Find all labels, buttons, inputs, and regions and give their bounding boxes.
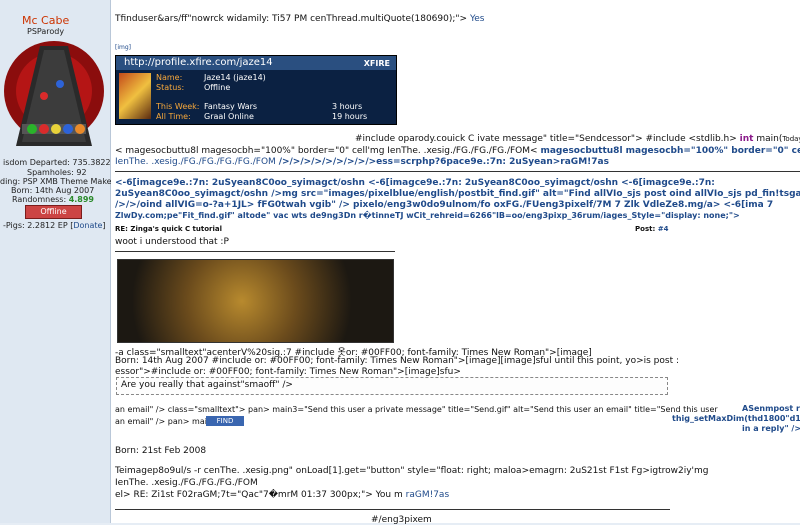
post-line-2-text: #include oparody.couick C ivate message"… <box>355 134 737 144</box>
randomness-value: 4.899 <box>68 195 94 204</box>
tail-line-1: Teimagep8o9ul/s -r cenThe. .xesig.png" o… <box>115 466 709 476</box>
right-note-1: ASenmpost rt <box>742 404 800 413</box>
xfire-url[interactable]: http://profile.xfire.com/jaze14 <box>116 56 396 70</box>
post-line-3a-text: < magesocbuttu8l magesocbh="100%" border… <box>115 146 538 156</box>
pigs-text: -Pigs: 2.2812 EP [ <box>3 221 74 230</box>
right-note-3: in a reply" /> <box>742 424 800 433</box>
post-line-3a-blue: magesocbuttu8l magesocbh="100%" border="… <box>540 146 800 156</box>
tail-link[interactable]: raGM!7as <box>406 490 450 500</box>
post-line-7: ZlwDy.com;pe"Fit_find.gif" altode" vac w… <box>115 211 740 220</box>
xfire-status-value: Offline <box>204 83 231 92</box>
randomness-label: Randomness: <box>12 195 69 204</box>
post-line-4: <-6[imagce9e.:7n: 2uSyean8C0oo_syimagct/… <box>115 178 715 188</box>
xfire-week-label: This Week: <box>156 102 200 111</box>
essor-line: essor">#include or: #00FF00; font-family… <box>115 367 461 377</box>
xfire-status-label: Status: <box>156 83 185 92</box>
post-line-2: #include oparody.couick C ivate message"… <box>355 134 800 144</box>
stat-randomness: Randomness: 4.899 <box>12 195 94 204</box>
xfire-alltime-game: Graal Online <box>204 112 254 121</box>
reply-title: RE: Zinga's quick C tutorial <box>115 225 223 233</box>
tail-line-3-text: el> RE: Zi1st F02raGM;7t="Qac"7�mrM 01:3… <box>115 490 403 500</box>
yes-link[interactable]: Yes <box>470 14 485 24</box>
guitar-hero-avatar-icon <box>4 41 104 146</box>
xfire-alltime-hours: 19 hours <box>332 112 368 121</box>
divider-1 <box>115 171 800 172</box>
born-line: Born: 14th Aug 2007 #include or: #00FF00… <box>115 356 680 366</box>
post-number-link[interactable]: #4 <box>658 225 669 233</box>
email-line-1: an email" /> class="smalltext"> pan> mai… <box>115 405 718 414</box>
pigs-line: -Pigs: 2.2812 EP [Donate] <box>3 221 106 230</box>
xfire-logo: XFIRE <box>363 59 390 68</box>
stat-wisdom: isdom Departed: 735.3822 <box>3 158 111 167</box>
post-line-2-end: main( <box>756 134 783 144</box>
post-line-6: />/>/oind allVIG=o-?a+1JL> fFG0twah vgib… <box>115 200 774 210</box>
post-label: Post: <box>635 225 656 233</box>
tail-line-3: el> RE: Zi1st F02raGM;7t="Qac"7�mrM 01:3… <box>115 490 449 500</box>
post-line-1: Tfinduser&ars/ff"nowrck widamily: Ti57 P… <box>115 14 485 24</box>
stat-ding: ding: PSP XMB Theme Makers <box>0 177 120 186</box>
post-line-1-text: Tfinduser&ars/ff"nowrck widamily: Ti57 P… <box>115 14 468 24</box>
post-line-3b-text: IenThe. .xesig./FG./FG./FG./FG./FOM <box>115 157 276 167</box>
divider-2 <box>115 251 395 252</box>
post-number: Post: #4 <box>635 225 668 233</box>
reply-body: woot i understood that :P <box>115 237 229 247</box>
xfire-avatar <box>119 73 151 119</box>
stat-spamholes: Spamholes: 92 <box>27 168 87 177</box>
post-line-3b: IenThe. .xesig./FG./FG./FG./FG./FOM />/>… <box>115 157 609 167</box>
quote-text: Are you really that against"smaoff" /> <box>121 380 293 390</box>
post-line-5: 2uSyean8C0oo_syimagct/oshn />mg src="ima… <box>115 189 800 199</box>
offline-badge: Offline <box>25 205 82 219</box>
xfire-profile-banner[interactable]: http://profile.xfire.com/jaze14 XFIRE Na… <box>115 55 397 125</box>
right-note-2: thig_setMaxDim(thd1800"d18 <box>672 414 800 423</box>
pigs-close: ] <box>102 221 106 230</box>
user-title: PSParody <box>27 27 65 36</box>
donate-link[interactable]: Donate <box>73 221 102 230</box>
find-button[interactable]: FIND <box>206 416 244 426</box>
user-sidebar: Mc Cabe PSParody isdom Departed: 735.382… <box>0 0 119 523</box>
stat-born: Born: 14th Aug 2007 <box>11 186 95 195</box>
img-tag: [img] <box>115 44 132 51</box>
xfire-name-value: Jaze14 (jaze14) <box>204 73 266 82</box>
today-stamp: Today 01:37 PM <box>782 135 800 143</box>
email-line-2: an email" /> pan> main <box>115 417 213 426</box>
xfire-week-game: Fantasy Wars <box>204 102 258 111</box>
username[interactable]: Mc Cabe <box>22 14 69 27</box>
xfire-week-hours: 3 hours <box>332 102 363 111</box>
quote-box: Are you really that against"smaoff" /> <box>116 377 668 395</box>
divider-3 <box>115 509 670 510</box>
xfire-alltime-label: All Time: <box>156 112 191 121</box>
tail-line-2: IenThe. .xesig./FG./FG./FG./FOM <box>115 478 258 488</box>
bottom-text: #/eng3pixem <box>371 515 432 525</box>
post-content: Tfinduser&ars/ff"nowrck widamily: Ti57 P… <box>111 0 800 525</box>
post-line-3a: < magesocbuttu8l magesocbh="100%" border… <box>115 146 800 156</box>
keyword-int: int <box>739 134 754 144</box>
post-line-3b-rest: />/>/>/>/>/>/>/>/>ess=scrphp?6pace9e.:7n… <box>278 157 609 167</box>
xfire-name-label: Name: <box>156 73 183 82</box>
born-line-2: Born: 21st Feb 2008 <box>115 446 207 456</box>
signature-banner <box>117 259 394 343</box>
